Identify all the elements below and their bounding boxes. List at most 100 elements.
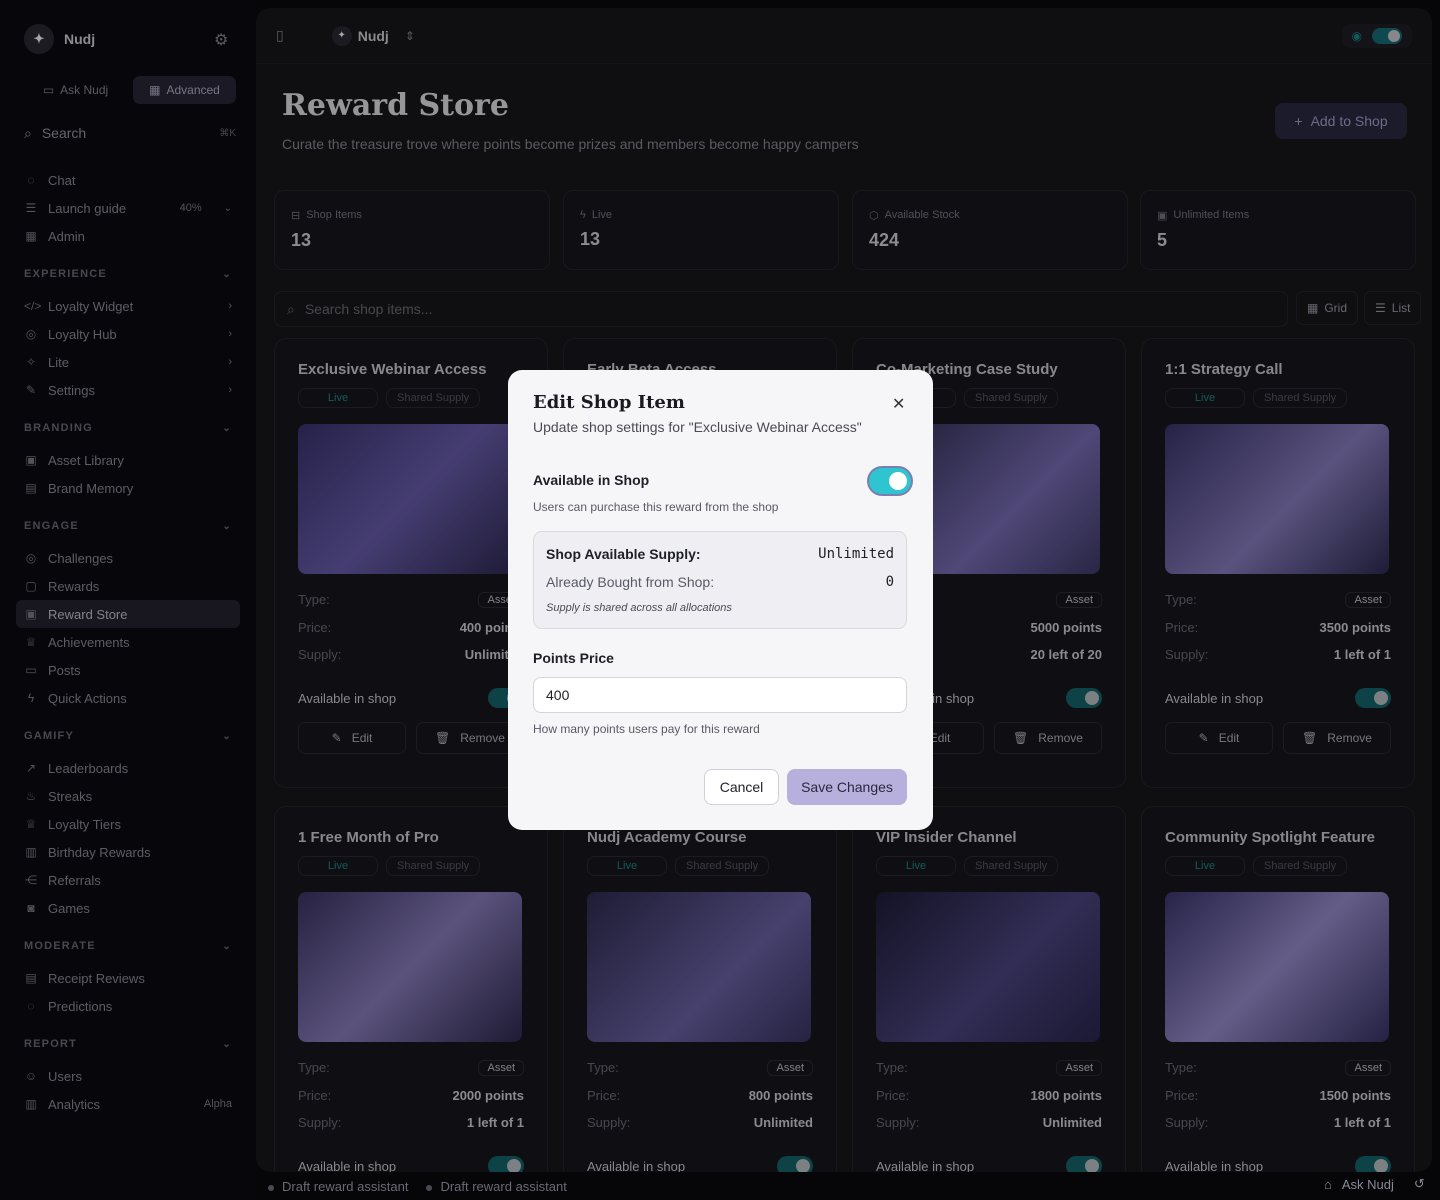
add-to-shop-label: Add to Shop [1310, 113, 1388, 129]
sidebar-item-birthday-rewards[interactable]: ▥ Birthday Rewards [16, 838, 240, 866]
pencil-icon: ✎ [25, 383, 37, 397]
reward-image [298, 892, 522, 1042]
list-icon: ☰ [1375, 301, 1386, 315]
available-toggle[interactable] [1066, 688, 1102, 708]
nav-label: Rewards [48, 578, 100, 594]
sidebar-item-analytics[interactable]: ▥ Analytics Alpha [16, 1090, 240, 1118]
workspace-switcher[interactable]: ✦ Nudj ⇕ [331, 25, 415, 46]
type-value: Asset [1345, 592, 1391, 608]
sidebar-toggle-icon[interactable]: ▯ [276, 27, 284, 44]
message-icon: ▭ [25, 663, 37, 677]
sidebar-item-rewards[interactable]: ▢ Rewards [16, 572, 240, 600]
section-branding[interactable]: BRANDING ⌄ [16, 418, 240, 438]
sidebar-item-users[interactable]: ☺ Users [16, 1062, 240, 1090]
points-price-label: Points Price [533, 650, 614, 666]
list-view-button[interactable]: ☰ List [1364, 291, 1422, 325]
supply-label: Supply: [298, 647, 342, 662]
available-toggle[interactable] [1066, 1156, 1102, 1172]
available-toggle[interactable] [869, 468, 911, 494]
footer-drafts: Draft reward assistant Draft reward assi… [268, 1176, 567, 1196]
sidebar-item-brand-memory[interactable]: ▤ Brand Memory [16, 474, 240, 502]
supply-value: 1 left of 1 [1333, 1115, 1391, 1130]
page-subtitle: Curate the treasure trove where points b… [282, 136, 859, 152]
brand[interactable]: ✦ Nudj [24, 24, 95, 54]
sidebar-search[interactable]: ⌕ Search ⌘K [24, 122, 236, 144]
section-report[interactable]: REPORT ⌄ [16, 1034, 240, 1054]
sidebar-item-loyalty-hub[interactable]: ◎ Loyalty Hub › [16, 320, 240, 348]
price-label: Price: [298, 620, 332, 635]
sidebar-item-asset-library[interactable]: ▣ Asset Library [16, 446, 240, 474]
grid-icon: ▦ [25, 229, 37, 243]
trash-icon: 🗑 [1302, 731, 1318, 745]
nav-label: Challenges [48, 550, 114, 566]
grid-view-button[interactable]: ▦ Grid [1296, 291, 1359, 325]
remove-button[interactable]: 🗑 Remove [1283, 722, 1391, 754]
edit-button[interactable]: ✎ Edit [1165, 722, 1273, 754]
sidebar-item-referrals[interactable]: ⋲ Referrals [16, 866, 240, 894]
remove-button[interactable]: 🗑 Remove [994, 722, 1102, 754]
mode-ask-button[interactable]: ▭ Ask Nudj [24, 76, 127, 104]
shop-item-card: Exclusive Webinar Access Live Shared Suppl… [274, 338, 548, 788]
shop-search-input[interactable]: ⌕ Search shop items... [274, 291, 1288, 327]
sidebar-item-posts[interactable]: ▭ Posts [16, 656, 240, 684]
chevron-right-icon: › [228, 384, 232, 396]
section-title: GAMIFY [24, 730, 74, 742]
sidebar-item-loyalty-widget[interactable]: </> Loyalty Widget › [16, 292, 240, 320]
sidebar-item-loyalty-tiers[interactable]: ♕ Loyalty Tiers [16, 810, 240, 838]
card-title: 1 Free Month of Pro [298, 829, 439, 846]
stat-value: 13 [291, 230, 312, 250]
draft-label: Draft reward assistant [440, 1178, 567, 1194]
stat-shop-items: ⊟ Shop Items 13 [274, 190, 550, 270]
mode-advanced-button[interactable]: ▦ Advanced [133, 76, 236, 104]
sidebar-item-quick-actions[interactable]: ϟ Quick Actions [16, 684, 240, 712]
sidebar-item-receipt-reviews[interactable]: ▤ Receipt Reviews [16, 964, 240, 992]
sidebar-item-predictions[interactable]: ◌ Predictions [16, 992, 240, 1020]
sidebar-item-launch-guide[interactable]: ☰ Launch guide 40% ⌄ [16, 194, 240, 222]
type-label: Type: [298, 592, 330, 607]
edit-button[interactable]: ✎ Edit [298, 722, 406, 754]
shared-supply-badge: Shared Supply [1253, 388, 1348, 408]
sidebar-item-leaderboards[interactable]: ↗ Leaderboards [16, 754, 240, 782]
checklist-icon: ☰ [25, 201, 37, 215]
available-toggle[interactable] [1355, 688, 1391, 708]
section-gamify[interactable]: GAMIFY ⌄ [16, 726, 240, 746]
points-price-input[interactable] [533, 677, 907, 713]
available-label: Available in shop [876, 1158, 975, 1173]
preview-toggle[interactable] [1372, 27, 1402, 44]
section-title: BRANDING [24, 422, 93, 434]
available-toggle[interactable] [1355, 1156, 1391, 1172]
available-label: Available in shop [587, 1158, 686, 1173]
stat-value: 424 [869, 230, 900, 250]
mode-advanced-label: Advanced [166, 83, 220, 97]
image-icon: ▣ [25, 453, 37, 467]
ask-nudj-footer[interactable]: ⌂ Ask Nudj ↺ [1324, 1176, 1425, 1192]
history-icon[interactable]: ↺ [1414, 1176, 1425, 1192]
section-moderate[interactable]: MODERATE ⌄ [16, 936, 240, 956]
gear-icon[interactable]: ⚙ [214, 30, 232, 49]
section-experience[interactable]: EXPERIENCE ⌄ [16, 264, 240, 284]
sidebar-item-lite[interactable]: ✧ Lite › [16, 348, 240, 376]
sidebar-item-admin[interactable]: ▦ Admin [16, 222, 240, 250]
sidebar-item-settings[interactable]: ✎ Settings › [16, 376, 240, 404]
price-label: Price: [587, 1088, 621, 1103]
supply-label: Supply: [1165, 1115, 1209, 1130]
cancel-button[interactable]: Cancel [704, 769, 779, 805]
draft-item[interactable]: Draft reward assistant [268, 1179, 408, 1194]
sidebar-item-streaks[interactable]: ♨ Streaks [16, 782, 240, 810]
add-to-shop-button[interactable]: + Add to Shop [1275, 103, 1407, 139]
stat-available-stock: ⬡ Available Stock 424 [852, 190, 1128, 270]
stat-label: Shop Items [306, 209, 362, 221]
sidebar-item-achievements[interactable]: ♕ Achievements [16, 628, 240, 656]
save-changes-button[interactable]: Save Changes [787, 769, 907, 805]
available-toggle[interactable] [777, 1156, 813, 1172]
section-engage[interactable]: ENGAGE ⌄ [16, 516, 240, 536]
trash-icon: 🗑 [1013, 731, 1029, 745]
nav-label: Birthday Rewards [48, 844, 151, 860]
close-icon[interactable]: ✕ [892, 394, 905, 414]
sidebar-item-chat[interactable]: ◌ Chat [16, 166, 240, 194]
available-toggle[interactable] [488, 1156, 524, 1172]
sidebar-item-challenges[interactable]: ◎ Challenges [16, 544, 240, 572]
draft-item[interactable]: Draft reward assistant [426, 1178, 567, 1194]
sidebar-item-reward-store[interactable]: ▣ Reward Store [16, 600, 240, 628]
sidebar-item-games[interactable]: ◙ Games [16, 894, 240, 922]
